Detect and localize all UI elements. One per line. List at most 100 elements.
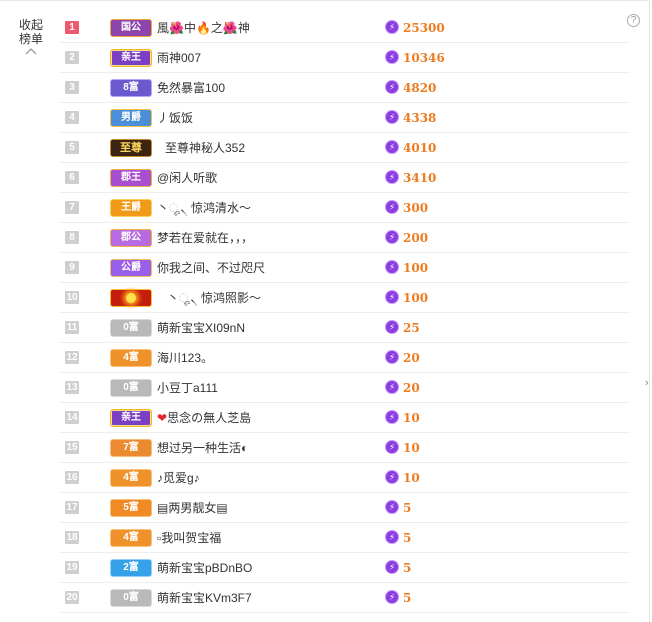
table-row[interactable]: 19 2富 萌新宝宝pBDnBO ⚡ 5: [60, 553, 630, 583]
contribution-count: 100: [403, 261, 429, 275]
table-row[interactable]: 14 亲王 ❤思念の無人芝島 ⚡ 10: [60, 403, 630, 433]
contribution-count: 10: [403, 411, 420, 425]
level-badge: 郡王: [110, 169, 152, 187]
user-name[interactable]: 丶ೄ৲ 惊鸿照影～: [167, 290, 261, 306]
table-row[interactable]: 11 0富 萌新宝宝XI09nN ⚡ 25: [60, 313, 630, 343]
user-name[interactable]: ▤两男靓女▤: [157, 500, 228, 516]
contribution-count: 20: [403, 381, 420, 395]
table-row[interactable]: 2 亲王 雨神007 ⚡ 10346: [60, 43, 630, 73]
table-row[interactable]: 8 郡公 梦若在爱就在，，， ⚡ 200: [60, 223, 630, 253]
collapse-label-line1: 收起: [18, 18, 43, 32]
user-name[interactable]: 雨神007: [157, 50, 201, 66]
rank-number: 17: [65, 501, 79, 514]
user-name[interactable]: 丿饭饭: [157, 110, 193, 126]
table-row[interactable]: 9 公爵 你我之间、不过咫尺 ⚡ 100: [60, 253, 630, 283]
table-row[interactable]: 7 王爵 丶ೄ৲ 惊鸿清水～ ⚡ 300: [60, 193, 630, 223]
contribution-count: 5: [403, 591, 412, 605]
table-row[interactable]: 1 国公 風🌺中🔥之🌺神 ⚡ 25300: [60, 13, 630, 43]
energy-icon: ⚡: [385, 500, 399, 514]
collapse-ranking-button[interactable]: 收起 榜单: [12, 18, 50, 55]
table-row[interactable]: 12 4富 海川123。 ⚡ 20: [60, 343, 630, 373]
table-row[interactable]: 4 男爵 丿饭饭 ⚡ 4338: [60, 103, 630, 133]
user-name[interactable]: 萌新宝宝KVm3F7: [157, 590, 252, 606]
contribution-count: 4010: [403, 141, 437, 155]
rank-number: 16: [65, 471, 79, 484]
contribution-count: 5: [403, 561, 412, 575]
contribution-count: 25300: [403, 21, 445, 35]
rank-number: 20: [65, 591, 79, 604]
level-badge: 0富: [110, 379, 152, 397]
contribution-count: 200: [403, 231, 429, 245]
level-badge: 8富: [110, 79, 152, 97]
table-row[interactable]: 13 0富 小豆丁a111 ⚡ 20: [60, 373, 630, 403]
level-badge: 男爵: [110, 109, 152, 127]
energy-icon: ⚡: [385, 380, 399, 394]
user-name[interactable]: ❤思念の無人芝島: [157, 410, 251, 426]
user-name[interactable]: 丶ೄ৲ 惊鸿清水～: [157, 200, 251, 216]
level-badge: 公爵: [110, 259, 152, 277]
user-name[interactable]: ▫我叫贺宝福: [157, 530, 221, 546]
table-row[interactable]: 3 8富 免然暴富100 ⚡ 4820: [60, 73, 630, 103]
rank-number: 1: [65, 21, 79, 34]
heart-icon: ❤: [157, 411, 168, 425]
rank-number: 14: [65, 411, 79, 424]
user-name[interactable]: 萌新宝宝XI09nN: [157, 320, 245, 336]
collapse-label-line2: 榜单: [18, 32, 43, 46]
table-row[interactable]: 6 郡王 @闲人听歌 ⚡ 3410: [60, 163, 630, 193]
contribution-count: 10346: [403, 51, 445, 65]
contribution-count: 100: [403, 291, 429, 305]
contribution-count: 20: [403, 351, 420, 365]
energy-icon: ⚡: [385, 260, 399, 274]
level-badge: 亲王: [110, 49, 152, 67]
contribution-count: 4820: [403, 81, 437, 95]
energy-icon: ⚡: [385, 140, 399, 154]
energy-icon: ⚡: [385, 200, 399, 214]
energy-icon: ⚡: [385, 320, 399, 334]
table-row[interactable]: 16 4富 ♪觅爱g♪ ⚡ 10: [60, 463, 630, 493]
level-badge: 郡公: [110, 229, 152, 247]
user-name[interactable]: 想过另一种生活◐: [157, 440, 248, 456]
rank-number: 2: [65, 51, 79, 64]
contribution-count: 25: [403, 321, 420, 335]
table-row[interactable]: 20 0富 萌新宝宝KVm3F7 ⚡ 5: [60, 583, 630, 613]
chevron-right-icon[interactable]: ›: [645, 377, 649, 389]
user-name[interactable]: 梦若在爱就在，，，: [157, 230, 253, 246]
user-name[interactable]: 小豆丁a111: [157, 380, 218, 396]
energy-icon: ⚡: [385, 470, 399, 484]
table-row[interactable]: 18 4富 ▫我叫贺宝福 ⚡ 5: [60, 523, 630, 553]
user-name[interactable]: @闲人听歌: [157, 170, 217, 186]
rank-number: 9: [65, 261, 79, 274]
energy-icon: ⚡: [385, 350, 399, 364]
rank-number: 12: [65, 351, 79, 364]
table-row[interactable]: 5 至尊 至尊神秘人352 ⚡ 4010: [60, 133, 630, 163]
energy-icon: ⚡: [385, 230, 399, 244]
level-badge: 4富: [110, 529, 152, 547]
rank-number: 13: [65, 381, 79, 394]
table-row[interactable]: 17 5富 ▤两男靓女▤ ⚡ 5: [60, 493, 630, 523]
level-badge: 王爵: [110, 199, 152, 217]
user-name[interactable]: 海川123。: [157, 350, 213, 366]
rank-number: 5: [65, 141, 79, 154]
user-name[interactable]: 風🌺中🔥之🌺神: [157, 20, 250, 36]
user-name[interactable]: 萌新宝宝pBDnBO: [157, 560, 252, 576]
contribution-count: 5: [403, 501, 412, 515]
ranking-panel: 收起 榜单 ? › 1 国公 風🌺中🔥之🌺神 ⚡ 25300 2 亲王 雨神00…: [0, 0, 650, 622]
rank-number: 6: [65, 171, 79, 184]
contribution-count: 10: [403, 441, 420, 455]
level-badge: 4富: [110, 469, 152, 487]
energy-icon: ⚡: [385, 560, 399, 574]
user-name[interactable]: 你我之间、不过咫尺: [157, 260, 265, 276]
ranking-list: 1 国公 風🌺中🔥之🌺神 ⚡ 25300 2 亲王 雨神007 ⚡ 10346 …: [60, 13, 630, 613]
energy-icon: ⚡: [385, 410, 399, 424]
fire-badge-icon: [110, 289, 152, 307]
table-row[interactable]: 15 7富 想过另一种生活◐ ⚡ 10: [60, 433, 630, 463]
user-name[interactable]: 免然暴富100: [157, 80, 225, 96]
energy-icon: ⚡: [385, 530, 399, 544]
level-badge: 至尊: [110, 139, 152, 157]
contribution-count: 4338: [403, 111, 437, 125]
user-name[interactable]: ♪觅爱g♪: [157, 470, 200, 486]
energy-icon: ⚡: [385, 290, 399, 304]
table-row[interactable]: 10 丶ೄ৲ 惊鸿照影～ ⚡ 100: [60, 283, 630, 313]
user-name[interactable]: 至尊神秘人352: [165, 140, 245, 156]
rank-number: 3: [65, 81, 79, 94]
